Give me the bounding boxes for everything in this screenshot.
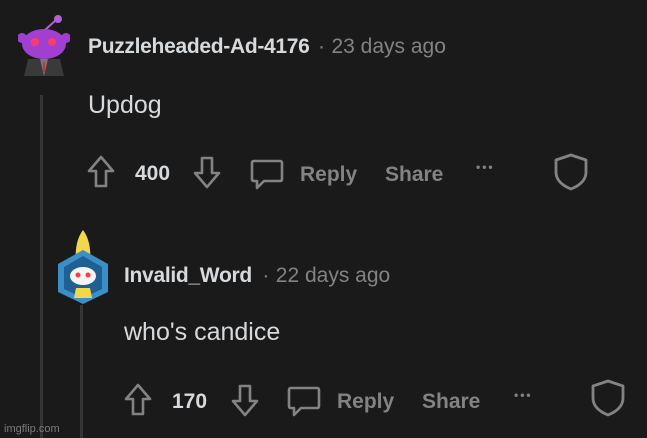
share-button[interactable]: Share (422, 390, 480, 414)
comment-username[interactable]: Invalid_Word (124, 264, 252, 287)
vote-count: 400 (135, 162, 171, 185)
comment-username[interactable]: Puzzleheaded-Ad-4176 (88, 35, 310, 58)
downvote-arrow-icon (193, 156, 221, 189)
upvote-arrow-icon (124, 383, 152, 416)
shield-icon (554, 153, 588, 191)
avatar[interactable] (18, 14, 70, 76)
imgflip-watermark: imgflip.com (4, 423, 60, 435)
comment-bubble-icon (287, 386, 321, 417)
moderation-shield-button[interactable] (589, 378, 627, 418)
comment-body: Updog (88, 91, 162, 119)
separator: · (262, 264, 270, 287)
reply-button[interactable] (285, 383, 323, 419)
downvote-arrow-icon (231, 384, 259, 417)
comment-timestamp[interactable]: 22 days ago (276, 264, 390, 287)
moderation-shield-button[interactable] (552, 152, 590, 192)
more-options-button[interactable]: ••• (514, 388, 533, 402)
downvote-button[interactable] (230, 382, 260, 418)
separator: · (318, 35, 326, 58)
thread-line (80, 305, 83, 438)
snoo-avatar-icon (18, 15, 70, 76)
share-button[interactable]: Share (385, 163, 443, 187)
upvote-arrow-icon (87, 155, 115, 188)
comment-body: who's candice (124, 318, 281, 346)
upvote-button[interactable] (123, 382, 153, 418)
snoo-avatar-icon (58, 230, 108, 304)
thread-line (40, 95, 43, 438)
vote-count: 170 (172, 390, 208, 413)
reply-button[interactable] (248, 156, 286, 192)
upvote-button[interactable] (86, 154, 116, 190)
avatar[interactable] (52, 226, 114, 304)
reply-label[interactable]: Reply (337, 390, 394, 414)
comment-timestamp[interactable]: 23 days ago (331, 35, 445, 58)
shield-icon (591, 379, 625, 417)
more-options-button[interactable]: ••• (476, 160, 495, 174)
downvote-button[interactable] (192, 154, 222, 190)
reply-label[interactable]: Reply (300, 163, 357, 187)
comment-bubble-icon (250, 159, 284, 190)
